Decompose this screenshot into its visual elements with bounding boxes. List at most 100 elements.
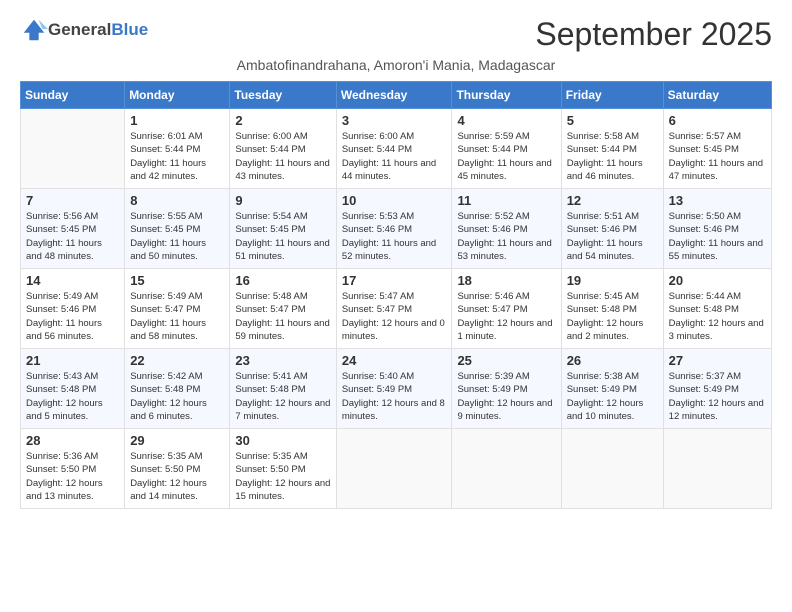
day-number: 29 — [130, 433, 224, 448]
day-number: 19 — [567, 273, 658, 288]
cell-sun-info: Sunrise: 5:51 AMSunset: 5:46 PMDaylight:… — [567, 210, 658, 263]
cell-sun-info: Sunrise: 5:55 AMSunset: 5:45 PMDaylight:… — [130, 210, 224, 263]
cell-sun-info: Sunrise: 5:44 AMSunset: 5:48 PMDaylight:… — [669, 290, 766, 343]
cell-sun-info: Sunrise: 5:42 AMSunset: 5:48 PMDaylight:… — [130, 370, 224, 423]
day-number: 3 — [342, 113, 447, 128]
calendar-cell: 16Sunrise: 5:48 AMSunset: 5:47 PMDayligh… — [230, 269, 336, 349]
cell-sun-info: Sunrise: 5:41 AMSunset: 5:48 PMDaylight:… — [235, 370, 330, 423]
cell-sun-info: Sunrise: 5:39 AMSunset: 5:49 PMDaylight:… — [457, 370, 555, 423]
calendar-cell: 27 Sunrise: 5:37 AMSunset: 5:49 PMDayligh… — [663, 349, 771, 429]
calendar-cell: 21 Sunrise: 5:43 AMSunset: 5:48 PMDayligh… — [21, 349, 125, 429]
day-number: 30 — [235, 433, 330, 448]
cell-sun-info: Sunrise: 5:49 AMSunset: 5:47 PMDaylight:… — [130, 290, 224, 343]
calendar-cell: 24 Sunrise: 5:40 AMSunset: 5:49 PMDayligh… — [336, 349, 452, 429]
calendar-cell — [452, 429, 561, 509]
cell-sun-info: Sunrise: 5:40 AMSunset: 5:49 PMDaylight:… — [342, 370, 447, 423]
day-number: 23 — [235, 353, 330, 368]
day-number: 9 — [235, 193, 330, 208]
calendar-cell: 17 Sunrise: 5:47 AMSunset: 5:47 PMDayligh… — [336, 269, 452, 349]
cell-sun-info: Sunrise: 5:58 AMSunset: 5:44 PMDaylight:… — [567, 130, 658, 183]
day-number: 14 — [26, 273, 119, 288]
cell-sun-info: Sunrise: 5:59 AMSunset: 5:44 PMDaylight:… — [457, 130, 555, 183]
calendar-cell — [21, 109, 125, 189]
day-number: 24 — [342, 353, 447, 368]
cell-sun-info: Sunrise: 5:38 AMSunset: 5:49 PMDaylight:… — [567, 370, 658, 423]
calendar-cell: 15 Sunrise: 5:49 AMSunset: 5:47 PMDayligh… — [125, 269, 230, 349]
cell-sun-info: Sunrise: 6:01 AMSunset: 5:44 PMDaylight:… — [130, 130, 224, 183]
logo-general: General — [48, 20, 111, 40]
header: GeneralBlue September 2025 — [20, 16, 772, 53]
day-number: 17 — [342, 273, 447, 288]
day-number: 20 — [669, 273, 766, 288]
weekday-header-row: SundayMondayTuesdayWednesdayThursdayFrid… — [21, 82, 772, 109]
logo-blue: Blue — [111, 20, 148, 40]
calendar-cell: 3 Sunrise: 6:00 AMSunset: 5:44 PMDaylight… — [336, 109, 452, 189]
calendar-week-row: 1 Sunrise: 6:01 AMSunset: 5:44 PMDaylight… — [21, 109, 772, 189]
calendar-week-row: 14Sunrise: 5:49 AMSunset: 5:46 PMDayligh… — [21, 269, 772, 349]
calendar-cell: 14Sunrise: 5:49 AMSunset: 5:46 PMDayligh… — [21, 269, 125, 349]
calendar-table: SundayMondayTuesdayWednesdayThursdayFrid… — [20, 81, 772, 509]
logo-icon — [20, 16, 48, 44]
cell-sun-info: Sunrise: 5:35 AMSunset: 5:50 PMDaylight:… — [235, 450, 330, 503]
calendar-cell: 29 Sunrise: 5:35 AMSunset: 5:50 PMDayligh… — [125, 429, 230, 509]
calendar-cell: 18Sunrise: 5:46 AMSunset: 5:47 PMDayligh… — [452, 269, 561, 349]
cell-sun-info: Sunrise: 5:35 AMSunset: 5:50 PMDaylight:… — [130, 450, 224, 503]
calendar-cell: 8 Sunrise: 5:55 AMSunset: 5:45 PMDaylight… — [125, 189, 230, 269]
day-number: 18 — [457, 273, 555, 288]
day-number: 28 — [26, 433, 119, 448]
day-number: 10 — [342, 193, 447, 208]
calendar-cell: 5 Sunrise: 5:58 AMSunset: 5:44 PMDaylight… — [561, 109, 663, 189]
cell-sun-info: Sunrise: 5:52 AMSunset: 5:46 PMDaylight:… — [457, 210, 555, 263]
cell-sun-info: Sunrise: 5:45 AMSunset: 5:48 PMDaylight:… — [567, 290, 658, 343]
day-number: 27 — [669, 353, 766, 368]
weekday-header-tuesday: Tuesday — [230, 82, 336, 109]
calendar-cell: 4 Sunrise: 5:59 AMSunset: 5:44 PMDaylight… — [452, 109, 561, 189]
cell-sun-info: Sunrise: 5:47 AMSunset: 5:47 PMDaylight:… — [342, 290, 447, 343]
month-title: September 2025 — [535, 16, 772, 53]
cell-sun-info: Sunrise: 5:54 AMSunset: 5:45 PMDaylight:… — [235, 210, 330, 263]
cell-sun-info: Sunrise: 5:56 AMSunset: 5:45 PMDaylight:… — [26, 210, 119, 263]
calendar-cell — [663, 429, 771, 509]
weekday-header-thursday: Thursday — [452, 82, 561, 109]
calendar-cell: 1 Sunrise: 6:01 AMSunset: 5:44 PMDaylight… — [125, 109, 230, 189]
calendar-cell: 13 Sunrise: 5:50 AMSunset: 5:46 PMDayligh… — [663, 189, 771, 269]
calendar-cell: 10 Sunrise: 5:53 AMSunset: 5:46 PMDayligh… — [336, 189, 452, 269]
day-number: 12 — [567, 193, 658, 208]
weekday-header-monday: Monday — [125, 82, 230, 109]
day-number: 5 — [567, 113, 658, 128]
cell-sun-info: Sunrise: 5:43 AMSunset: 5:48 PMDaylight:… — [26, 370, 119, 423]
day-number: 4 — [457, 113, 555, 128]
calendar-week-row: 21 Sunrise: 5:43 AMSunset: 5:48 PMDayligh… — [21, 349, 772, 429]
calendar-cell: 26 Sunrise: 5:38 AMSunset: 5:49 PMDayligh… — [561, 349, 663, 429]
day-number: 26 — [567, 353, 658, 368]
cell-sun-info: Sunrise: 5:37 AMSunset: 5:49 PMDaylight:… — [669, 370, 766, 423]
calendar-cell — [336, 429, 452, 509]
title-area: September 2025 — [535, 16, 772, 53]
day-number: 8 — [130, 193, 224, 208]
calendar-cell: 28 Sunrise: 5:36 AMSunset: 5:50 PMDayligh… — [21, 429, 125, 509]
cell-sun-info: Sunrise: 5:36 AMSunset: 5:50 PMDaylight:… — [26, 450, 119, 503]
day-number: 15 — [130, 273, 224, 288]
calendar-cell: 2Sunrise: 6:00 AMSunset: 5:44 PMDaylight… — [230, 109, 336, 189]
weekday-header-friday: Friday — [561, 82, 663, 109]
day-number: 6 — [669, 113, 766, 128]
day-number: 1 — [130, 113, 224, 128]
day-number: 22 — [130, 353, 224, 368]
cell-sun-info: Sunrise: 5:50 AMSunset: 5:46 PMDaylight:… — [669, 210, 766, 263]
day-number: 2 — [235, 113, 330, 128]
cell-sun-info: Sunrise: 5:53 AMSunset: 5:46 PMDaylight:… — [342, 210, 447, 263]
day-number: 25 — [457, 353, 555, 368]
calendar-cell: 12 Sunrise: 5:51 AMSunset: 5:46 PMDayligh… — [561, 189, 663, 269]
day-number: 11 — [457, 193, 555, 208]
calendar-cell: 6Sunrise: 5:57 AMSunset: 5:45 PMDaylight… — [663, 109, 771, 189]
logo: GeneralBlue — [20, 16, 148, 44]
cell-sun-info: Sunrise: 6:00 AMSunset: 5:44 PMDaylight:… — [342, 130, 447, 183]
cell-sun-info: Sunrise: 5:48 AMSunset: 5:47 PMDaylight:… — [235, 290, 330, 343]
calendar-cell: 22 Sunrise: 5:42 AMSunset: 5:48 PMDayligh… — [125, 349, 230, 429]
weekday-header-sunday: Sunday — [21, 82, 125, 109]
day-number: 13 — [669, 193, 766, 208]
calendar-cell: 25 Sunrise: 5:39 AMSunset: 5:49 PMDayligh… — [452, 349, 561, 429]
calendar-week-row: 7Sunrise: 5:56 AMSunset: 5:45 PMDaylight… — [21, 189, 772, 269]
day-number: 21 — [26, 353, 119, 368]
calendar-cell: 7Sunrise: 5:56 AMSunset: 5:45 PMDaylight… — [21, 189, 125, 269]
